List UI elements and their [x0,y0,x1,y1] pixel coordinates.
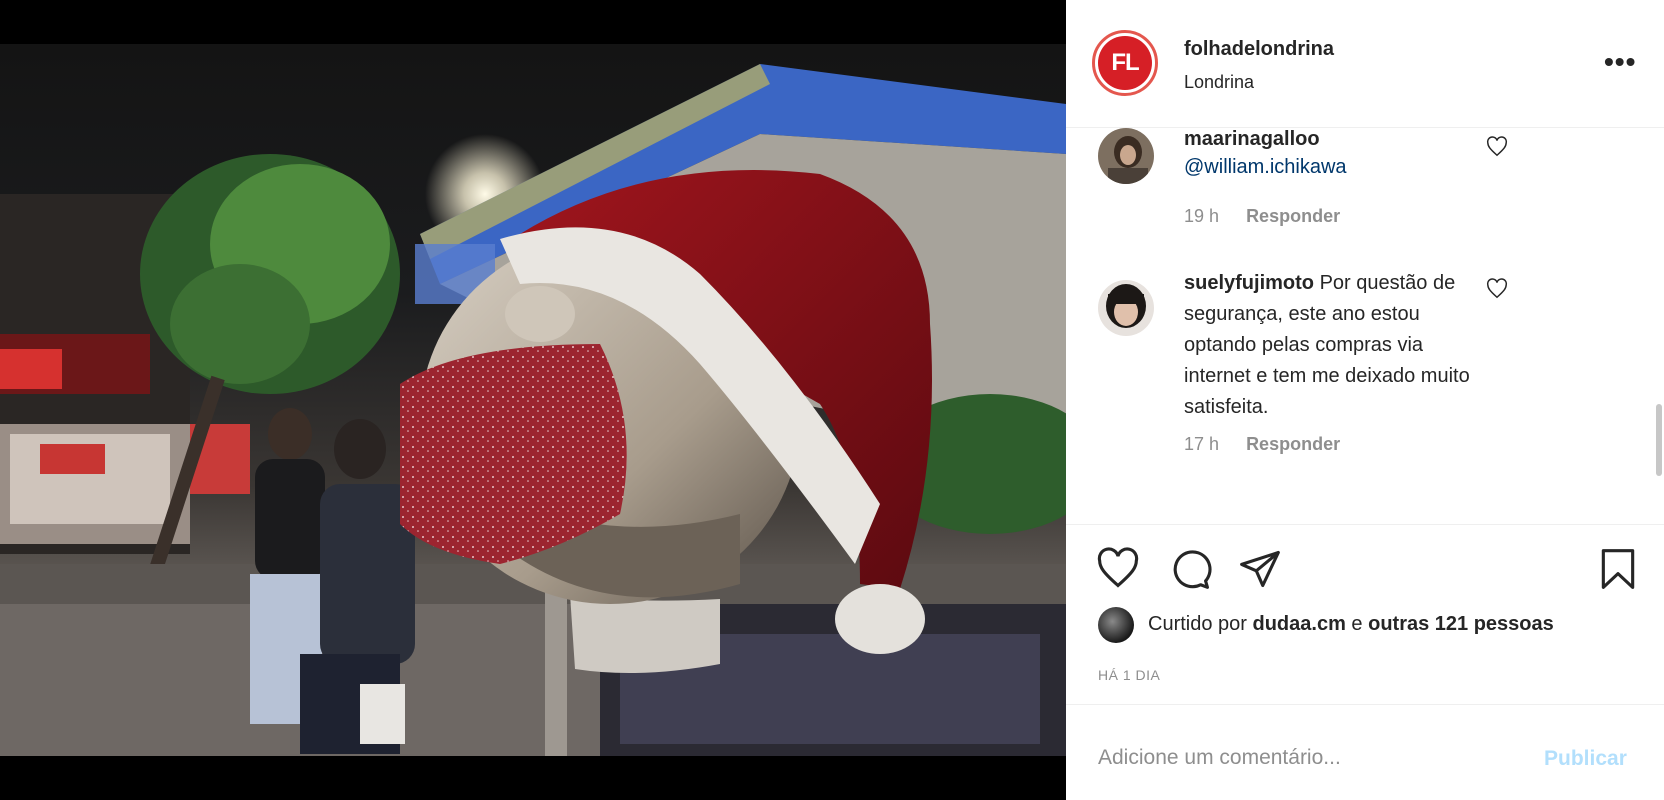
likes-summary: Curtido por dudaa.cm e outras 121 pessoa… [1148,613,1554,636]
reply-button[interactable]: Responder [1246,434,1340,454]
comments-list: maarinagalloo @william.ichikawa 19 h Res… [1066,128,1664,524]
post-header: FL folhadelondrina Londrina ••• [1066,0,1664,128]
comment-text-line: optando pelas compras via [1184,334,1424,356]
comment-icon[interactable] [1168,547,1212,591]
comments-scrollbar[interactable] [1656,404,1662,476]
likes-others[interactable]: outras 121 pessoas [1368,613,1554,635]
avatar[interactable] [1098,280,1154,336]
add-comment-bar: Publicar [1066,704,1664,800]
post-actions: Curtido por dudaa.cm e outras 121 pessoa… [1066,524,1664,704]
likes-middle: e [1351,613,1363,635]
post-photo[interactable] [0,44,1066,756]
mannequin-santa-hat-image [0,64,1066,756]
account-username[interactable]: folhadelondrina [1184,38,1334,61]
account-logo: FL [1098,36,1152,90]
post-date[interactable]: HÁ 1 DIA [1098,667,1160,683]
user-photo-icon [1098,128,1154,184]
comment-mention[interactable]: @william.ichikawa [1184,156,1347,179]
share-icon[interactable] [1238,547,1282,591]
reply-button[interactable]: Responder [1246,206,1340,226]
comment-username[interactable]: suelyfujimoto [1184,272,1314,294]
comment-meta: 19 h Responder [1184,206,1362,227]
add-comment-input[interactable] [1098,743,1498,773]
bookmark-icon[interactable] [1596,547,1640,591]
post-side-panel: FL folhadelondrina Londrina ••• maarinag… [1066,0,1664,800]
liker-username[interactable]: dudaa.cm [1253,613,1346,635]
comment-time: 19 h [1184,206,1220,226]
like-comment-heart-icon[interactable] [1486,136,1508,158]
likes-prefix: Curtido por [1148,613,1247,635]
publish-button[interactable]: Publicar [1544,747,1627,771]
comment-text-line: segurança, este ano estou [1184,303,1420,325]
avatar[interactable] [1098,128,1154,184]
comment-time: 17 h [1184,434,1220,454]
liker-avatar[interactable] [1098,607,1134,643]
comment-username[interactable]: maarinagalloo [1184,128,1320,151]
comment-text-line: internet e tem me deixado muito [1184,365,1470,387]
comment-text-line: satisfeita. [1184,396,1269,418]
comment-meta: 17 h Responder [1184,434,1362,455]
like-comment-heart-icon[interactable] [1486,278,1508,300]
comment-text-line: Por questão de [1319,272,1456,294]
post-location[interactable]: Londrina [1184,72,1254,93]
user-photo-icon [1098,280,1154,336]
account-avatar[interactable]: FL [1092,30,1158,96]
heart-icon[interactable] [1096,547,1140,591]
more-options-icon[interactable]: ••• [1604,48,1636,76]
